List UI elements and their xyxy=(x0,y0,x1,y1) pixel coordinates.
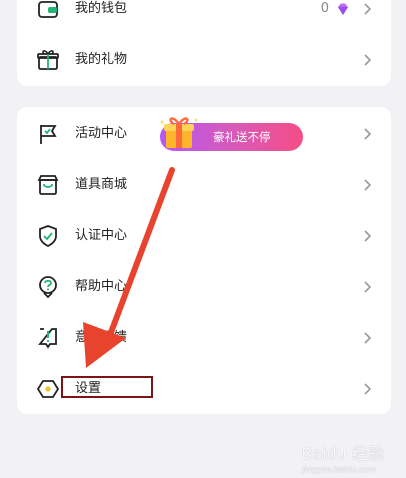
promo-banner-text: 豪礼送不停 xyxy=(213,130,271,144)
diamond-icon xyxy=(335,1,351,17)
menu-label: 认证中心 xyxy=(75,228,128,243)
menu-card: 活动中心 豪礼送不停 道具商城 认证中心 帮助中心 意见反馈 设置 xyxy=(17,107,391,414)
menu-label: 活动中心 xyxy=(75,126,128,141)
gift-icon xyxy=(35,47,61,73)
menu-row-gift[interactable]: 我的礼物 xyxy=(17,35,391,85)
gift-box-icon xyxy=(158,114,200,154)
wallet-balance: 0 xyxy=(321,0,351,19)
menu-row-verify[interactable]: 认证中心 xyxy=(17,211,391,261)
chevron-right-icon xyxy=(357,226,377,246)
help-icon xyxy=(35,274,61,300)
chevron-right-icon xyxy=(357,277,377,297)
promo-banner[interactable]: 豪礼送不停 xyxy=(160,117,303,151)
menu-row-help[interactable]: 帮助中心 xyxy=(17,262,391,312)
chevron-right-icon xyxy=(357,328,377,348)
menu-label: 意见反馈 xyxy=(75,330,128,345)
chevron-right-icon xyxy=(357,124,377,144)
menu-label: 帮助中心 xyxy=(75,279,128,294)
wallet-icon xyxy=(35,0,61,22)
watermark-brand: Baidu 经验 xyxy=(301,444,384,463)
menu-row-activity[interactable]: 活动中心 豪礼送不停 xyxy=(17,109,391,159)
highlight-box xyxy=(61,376,153,398)
wallet-gift-card: 我的钱包 0 我的礼物 xyxy=(17,0,391,86)
flag-icon xyxy=(35,121,61,147)
menu-label: 我的钱包 xyxy=(75,1,128,16)
chevron-right-icon xyxy=(357,50,377,70)
chevron-right-icon xyxy=(357,0,377,19)
shield-check-icon xyxy=(35,223,61,249)
menu-row-wallet[interactable]: 我的钱包 0 xyxy=(17,0,391,34)
settings-icon xyxy=(35,376,61,402)
menu-row-feedback[interactable]: 意见反馈 xyxy=(17,313,391,363)
feedback-icon xyxy=(35,325,61,351)
menu-label: 道具商城 xyxy=(75,177,128,192)
shop-icon xyxy=(35,172,61,198)
chevron-right-icon xyxy=(357,379,377,399)
chevron-right-icon xyxy=(357,175,377,195)
wallet-count: 0 xyxy=(320,1,329,16)
menu-row-shop[interactable]: 道具商城 xyxy=(17,160,391,210)
watermark-url: jingyan.baidu.com xyxy=(302,465,376,474)
menu-label: 我的礼物 xyxy=(75,52,128,67)
